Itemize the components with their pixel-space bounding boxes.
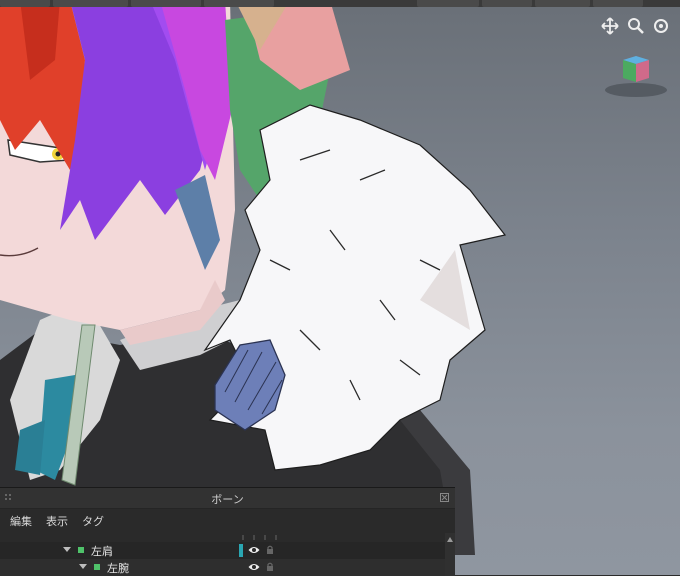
toolbar-tab-5[interactable] [417,0,479,7]
bone-panel: ボーン 編集 表示 タグ 左肩 左腕 [0,487,455,576]
selection-marker [239,544,243,557]
eye-icon[interactable] [248,545,260,555]
toolbar-tab-7[interactable] [535,0,590,7]
panel-title: ボーン [211,493,244,506]
bone-icon [94,564,100,570]
toolbar-tab-4[interactable] [204,0,274,7]
bone-tree: 左肩 左腕 [0,542,445,576]
toolbar-tab-3[interactable] [131,0,201,7]
bone-icon [78,547,84,553]
column-ruler [242,535,277,540]
chevron-down-icon[interactable] [79,564,87,569]
chevron-down-icon[interactable] [63,547,71,552]
view-cube-icon[interactable] [603,52,669,102]
move-icon[interactable] [601,17,619,35]
lock-icon[interactable] [266,562,274,572]
toolbar-tab-6[interactable] [482,0,532,7]
lock-icon[interactable] [266,545,274,555]
scroll-up-icon[interactable] [447,537,453,542]
top-toolbar [0,0,680,7]
close-icon[interactable] [440,493,449,502]
bone-label: 左肩 [91,545,113,558]
eye-icon[interactable] [248,562,260,572]
toolbar-tab-2[interactable] [53,0,128,7]
toolbar-tab-8[interactable] [593,0,643,7]
tree-scrollbar[interactable] [445,533,455,576]
bone-label: 左腕 [107,562,129,575]
toolbar-tab-1[interactable] [0,0,50,7]
zoom-icon[interactable] [627,17,645,35]
menu-view[interactable]: 表示 [46,513,68,529]
tree-row[interactable]: 左腕 [0,559,445,576]
menu-edit[interactable]: 編集 [10,513,32,529]
panel-header[interactable]: ボーン [0,488,455,509]
tree-row[interactable]: 左肩 [0,542,445,559]
menu-tag[interactable]: タグ [82,513,104,529]
panel-menu-bar: 編集 表示 タグ [0,509,455,533]
rotate-icon[interactable] [652,17,670,35]
